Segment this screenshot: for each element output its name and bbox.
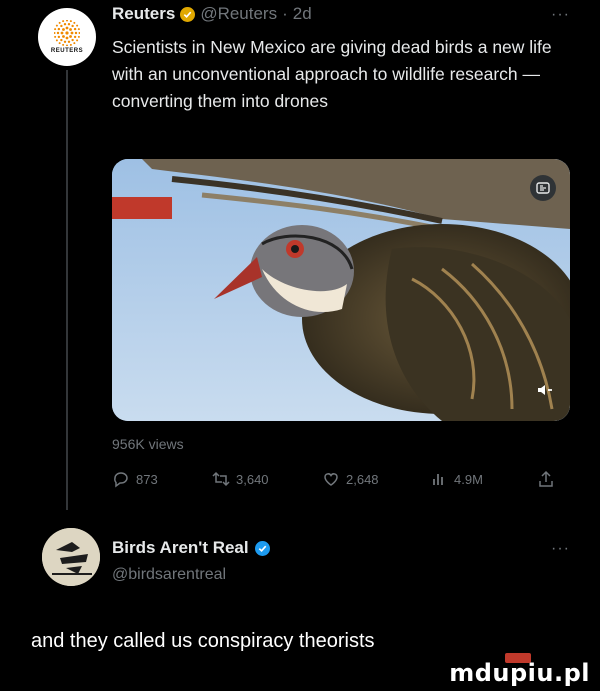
watermark-text: mdupiu.pl (449, 659, 590, 687)
reply-count: 873 (136, 471, 158, 487)
avatar-wordmark: REUTERS (50, 48, 84, 54)
tweet-text: Scientists in New Mexico are giving dead… (112, 37, 552, 111)
repost-icon (212, 471, 230, 487)
reuters-avatar[interactable]: REUTERS (38, 8, 96, 66)
reply-icon (114, 472, 128, 488)
like-icon (324, 473, 338, 486)
meme-caption: and they called us conspiracy theorists (31, 630, 375, 652)
volume-icon[interactable] (536, 381, 554, 399)
repost-button[interactable]: 3,640 (212, 470, 269, 488)
reply-header: Birds Aren't Real (112, 538, 270, 558)
gif-icon[interactable] (530, 175, 556, 201)
verified-gold-icon (180, 6, 196, 22)
like-count: 2,648 (346, 471, 379, 487)
birds-arent-real-logo-icon (42, 528, 100, 586)
author-name[interactable]: Reuters (112, 4, 175, 24)
repost-count: 3,640 (236, 471, 269, 487)
action-bar: 873 3,640 2,648 4.9M (112, 470, 570, 492)
share-button[interactable] (537, 470, 555, 488)
reply-author-name[interactable]: Birds Aren't Real (112, 538, 249, 558)
more-options-icon[interactable]: ··· (551, 6, 570, 24)
author-handle[interactable]: @Reuters (200, 4, 277, 24)
thread-line (66, 70, 68, 510)
analytics-count: 4.9M (454, 471, 483, 487)
post-time[interactable]: 2d (293, 4, 312, 24)
reply-more-options-icon[interactable]: ··· (551, 540, 570, 558)
view-count: 956K views (112, 436, 184, 452)
watermark-hat-icon (505, 653, 532, 663)
bird-drone-image (112, 159, 570, 421)
site-watermark: mdupiu.pl (449, 653, 590, 687)
like-button[interactable]: 2,648 (322, 470, 379, 488)
verified-blue-icon (254, 540, 270, 556)
analytics-button[interactable]: 4.9M (430, 470, 483, 488)
tweet-header: Reuters @Reuters · 2d (112, 4, 312, 24)
tweet-video[interactable] (112, 159, 570, 421)
reply-author-handle[interactable]: @birdsarentreal (112, 566, 226, 584)
analytics-icon (433, 474, 443, 485)
reply-button[interactable]: 873 (112, 470, 158, 488)
header-separator: · (282, 4, 288, 23)
share-icon (539, 470, 553, 487)
reuters-logo-icon (54, 20, 80, 46)
reply-avatar[interactable] (42, 528, 100, 586)
